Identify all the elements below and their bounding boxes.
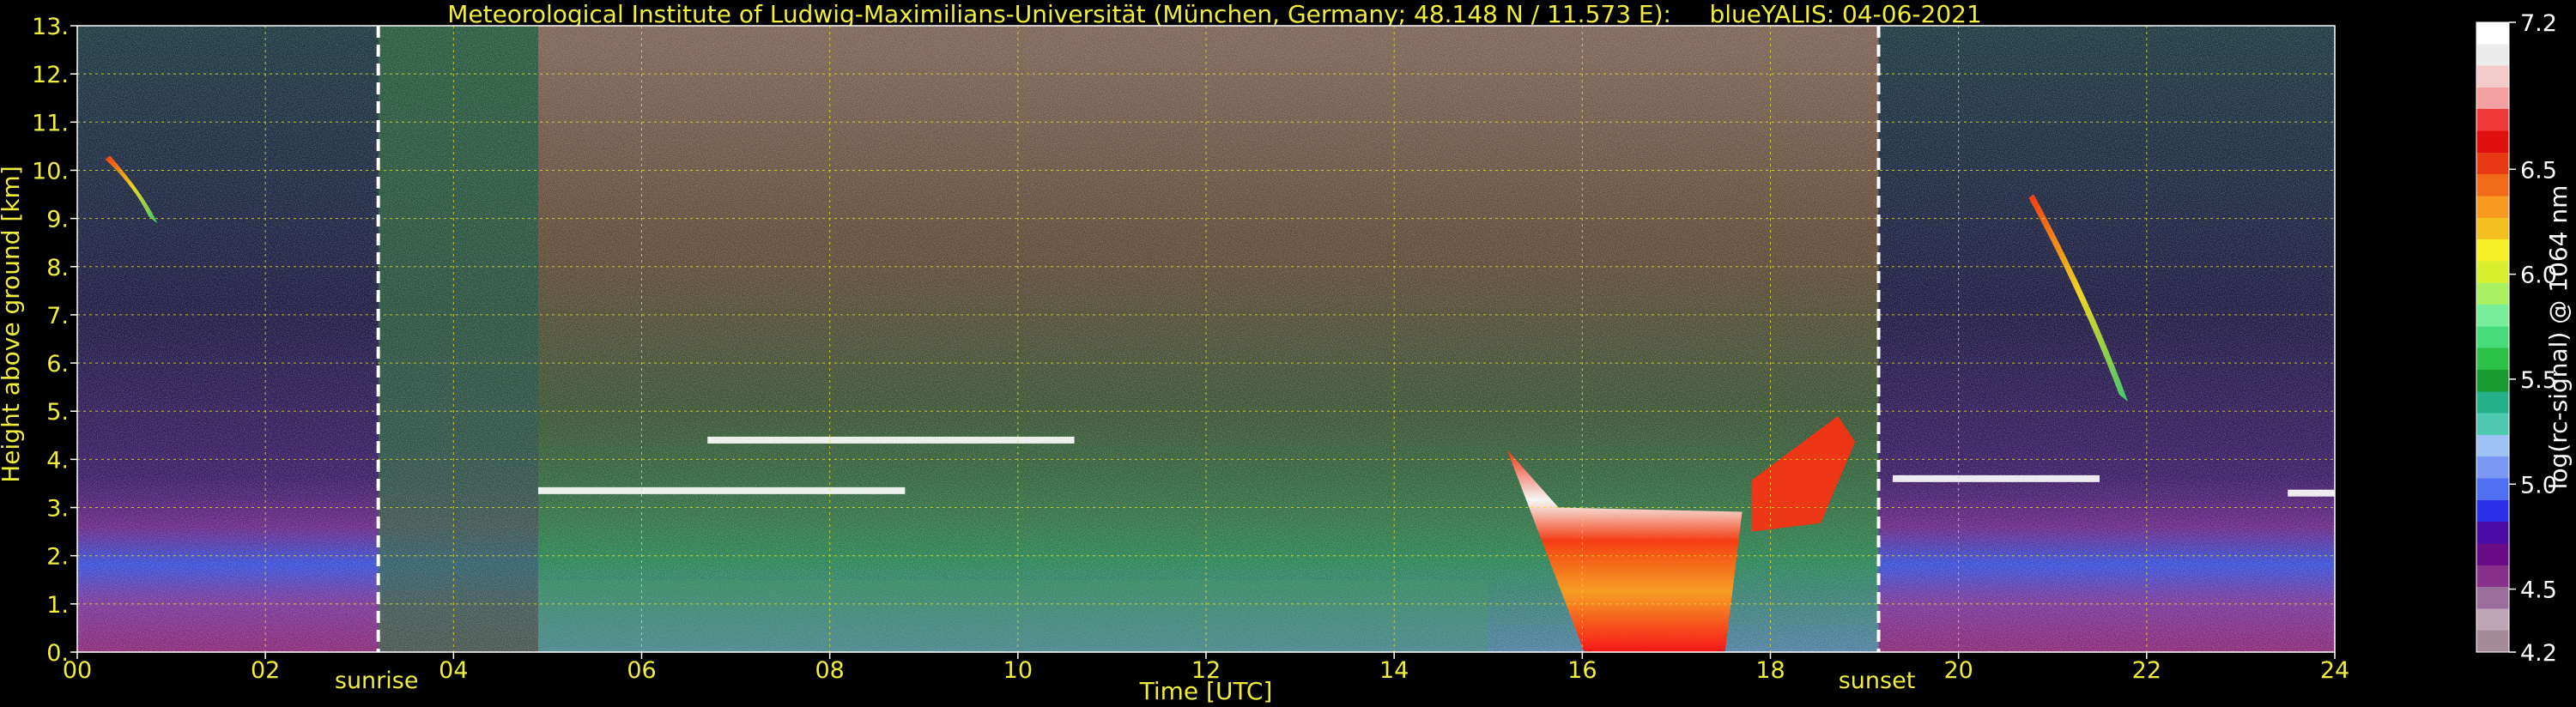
lidar-chart: Meteorological Institute of Ludwig-Maxim… [0,0,2573,705]
boundary-layer [537,579,1488,652]
x-tick-label: 06 [627,657,656,684]
x-tick-label: 08 [815,657,844,684]
y-tick-label: 1. [46,592,69,619]
y-tick-label: 11. [32,110,69,136]
colorbar-scale [2476,21,2510,653]
aerosol-layer [2288,489,2335,497]
x-tick-label: 02 [251,657,280,684]
x-tick-label: 10 [1003,657,1033,684]
colorbar-tick-label: 6.5 [2520,157,2557,184]
x-tick-label: 18 [1755,657,1785,684]
y-tick-label: 8. [46,255,69,281]
y-tick-label: 12. [32,62,69,88]
x-tick-label: 20 [1943,657,1973,684]
sunset-label: sunset [1839,668,1916,694]
x-tick-label: 22 [2132,657,2161,684]
x-tick-label: 04 [439,657,468,684]
y-tick-label: 0. [46,640,69,667]
x-tick-label: 16 [1567,657,1597,684]
colorbar-label: log(rc-signal) @ 1064 nm [2544,185,2573,490]
colorbar-tick-label: 4.5 [2520,577,2557,604]
x-axis-label: Time [UTC] [1139,677,1273,705]
aerosol-layer [1892,474,2100,482]
chart-title: Meteorological Institute of Ludwig-Maxim… [447,0,1982,28]
y-tick-label: 6. [46,351,69,378]
y-tick-label: 4. [46,447,69,474]
y-axis-ticks: 0. 1. 2. 3. 4. 5. 6. 7. 8. 9. 10. 11. 12. 13. [32,14,77,667]
y-tick-label: 13. [32,14,69,40]
colorbar-tick-label: 7.2 [2520,10,2557,37]
y-tick-label: 5. [46,399,69,426]
aerosol-layer [537,486,906,494]
y-tick-label: 9. [46,207,69,233]
colorbar-tick-label: 4.2 [2520,640,2557,667]
colorbar: 4.24.55.05.56.06.57.2 log(rc-signal) @ 1… [2476,10,2573,667]
y-tick-label: 7. [46,303,69,329]
sunrise-label: sunrise [335,668,419,694]
y-tick-label: 2. [46,544,69,571]
y-axis-label: Height above ground [km] [0,166,25,483]
y-tick-label: 10. [32,158,69,184]
y-tick-label: 3. [46,496,69,523]
aerosol-layer [707,436,1075,444]
x-tick-label: 14 [1379,657,1409,684]
x-tick-label: 24 [2320,657,2349,684]
